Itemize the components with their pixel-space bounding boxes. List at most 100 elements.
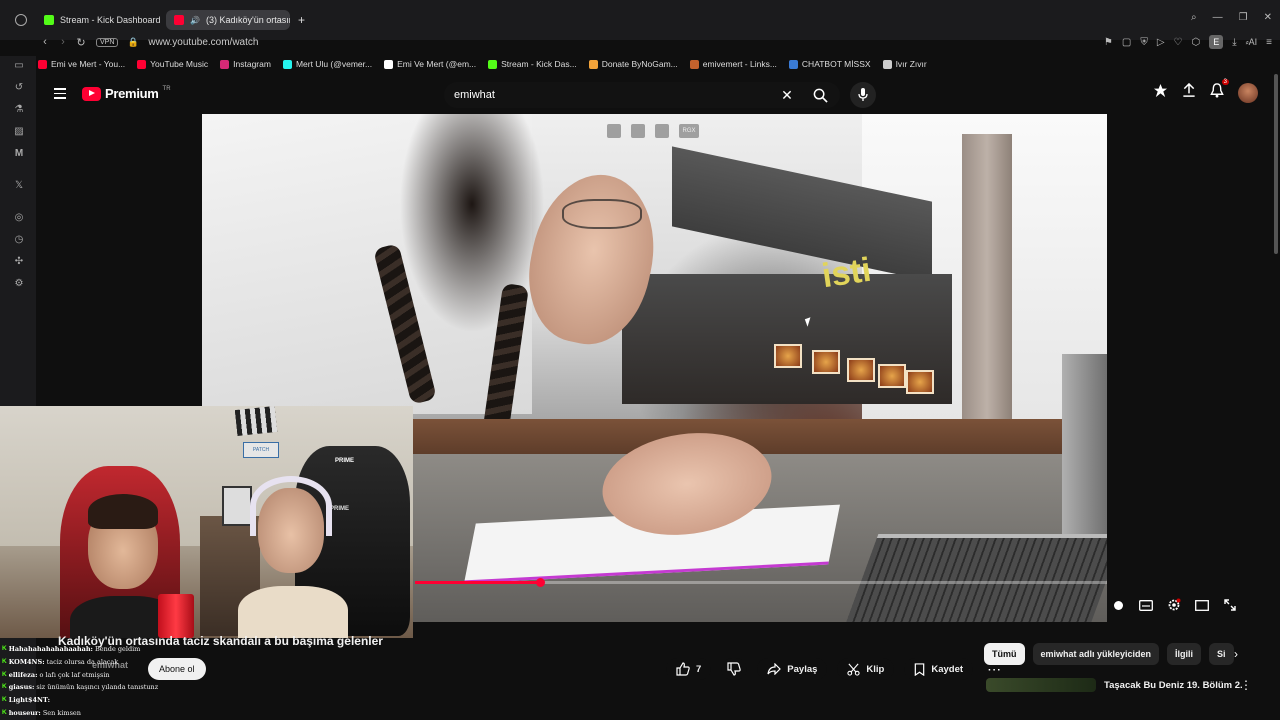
minimize-icon[interactable]: —	[1213, 12, 1223, 23]
settings-icon[interactable]: ⚙	[13, 278, 25, 290]
new-tab-button[interactable]: +	[290, 10, 310, 30]
forward-icon[interactable]: ›	[54, 36, 72, 48]
url-field[interactable]: www.youtube.com/watch	[148, 37, 258, 48]
progress-bar[interactable]	[415, 578, 1107, 587]
avatar[interactable]	[1238, 83, 1258, 103]
chat-username: houseur:	[8, 708, 41, 717]
fullscreen-icon[interactable]	[1223, 598, 1237, 612]
browser-menu-icon[interactable]	[15, 14, 27, 26]
download-icon[interactable]: ⤓	[1232, 37, 1236, 48]
bookmark-item[interactable]: CHATBOT MİSSX	[788, 59, 871, 69]
youtube-header: Premium TR emiwhat ✕ 3	[36, 74, 1280, 114]
wallet-icon[interactable]: ⚗	[13, 104, 25, 116]
youtube-premium-logo[interactable]: Premium TR	[82, 86, 171, 101]
voice-search-button[interactable]	[850, 82, 876, 108]
chat-text: o lafı çok laf etmişsin	[39, 670, 110, 679]
search-input[interactable]: emiwhat	[444, 89, 774, 101]
chat-message: K KOM4NS: taciz olursa da alacak	[2, 656, 162, 669]
chat-text: Sen kimsen	[42, 708, 81, 717]
pin-icon[interactable]: ⚑	[1104, 37, 1113, 48]
miniplayer-icon[interactable]	[631, 124, 645, 138]
ai-button[interactable]: ⸗AI	[1246, 37, 1258, 47]
recommended-video[interactable]: Taşacak Bu Deniz 19. Bölüm 2.	[986, 678, 1256, 712]
restore-icon[interactable]: ❐	[1239, 12, 1248, 23]
bookmark-item[interactable]: Instagram	[220, 59, 271, 69]
bookmark-item[interactable]: YouTube Music	[137, 59, 208, 69]
save-button[interactable]: Kaydet	[904, 658, 974, 680]
bookmark-item[interactable]: Donate ByNoGam...	[588, 59, 678, 69]
recommended-more-icon[interactable]: ⋮	[1238, 678, 1254, 694]
filter-chip[interactable]: Tümü	[984, 643, 1025, 665]
speaker-icon[interactable]: 🔊	[190, 16, 200, 25]
kick-badge-icon: K	[2, 670, 7, 678]
bookmark-item[interactable]: Mert Ulu (@vemer...	[282, 59, 373, 69]
bookmark-item[interactable]: emivemert - Links...	[689, 59, 777, 69]
settings-icon[interactable]	[1167, 598, 1181, 612]
video-scene-pillar	[962, 134, 1012, 434]
page-scrollbar[interactable]	[1274, 74, 1278, 254]
create-icon[interactable]	[1153, 83, 1168, 103]
bookmark-item[interactable]: Stream - Kick Das...	[488, 59, 577, 69]
kick-badge-icon: K	[2, 645, 7, 652]
youtube-play-icon	[82, 86, 101, 101]
theater-mode-icon[interactable]	[1195, 598, 1209, 612]
filter-chip[interactable]: İlgili	[1167, 643, 1202, 665]
video-scene-glasses	[562, 199, 642, 229]
next-icon[interactable]	[655, 124, 669, 138]
autoplay-toggle[interactable]	[1111, 598, 1125, 612]
bookmark-item[interactable]: Emi Ve Mert (@em...	[384, 59, 476, 69]
progress-played	[415, 581, 540, 584]
clip-button[interactable]: Klip	[837, 658, 895, 680]
bookmark-label: Emi ve Mert - You...	[51, 59, 126, 69]
recommended-title[interactable]: Taşacak Bu Deniz 19. Bölüm 2.	[1104, 680, 1243, 712]
chips-next-icon[interactable]: ›	[1228, 646, 1244, 662]
chat-username: KOM4NS:	[8, 657, 45, 666]
share-button[interactable]: Paylaş	[757, 658, 828, 680]
menu-icon[interactable]: ≡	[1266, 37, 1272, 48]
notes-icon[interactable]: ▨	[13, 126, 25, 138]
history-icon[interactable]: ↺	[13, 82, 25, 94]
play-icon[interactable]: ▷	[1157, 37, 1165, 48]
hamburger-menu-icon[interactable]	[54, 88, 66, 99]
record-icon[interactable]: ◎	[13, 212, 25, 224]
notifications-button[interactable]: 3	[1210, 79, 1229, 103]
bookmark-item[interactable]: Emi ve Mert - You...	[38, 59, 125, 69]
puzzle-icon[interactable]: ✣	[13, 256, 25, 268]
shield-icon[interactable]: ⛨	[1140, 37, 1148, 48]
search-box[interactable]: emiwhat ✕	[444, 82, 840, 108]
rgx-button[interactable]: RGX	[679, 124, 699, 138]
lock-icon[interactable]: 🔒	[124, 37, 142, 48]
reload-icon[interactable]: ↻	[72, 36, 90, 49]
popout-icon[interactable]	[607, 124, 621, 138]
channel-name[interactable]: emiwhat	[92, 660, 128, 670]
clear-search-icon[interactable]: ✕	[774, 87, 800, 104]
bookmark-favicon-icon	[689, 59, 699, 69]
messages-icon[interactable]: ▭	[13, 60, 25, 72]
tab-kick-dashboard[interactable]: Stream - Kick Dashboard	[36, 10, 164, 30]
chat-message: K Hahahahahahahaahah: Bende geldim	[2, 643, 162, 656]
screenshot-icon[interactable]: ▢	[1122, 37, 1131, 48]
search-tabs-icon[interactable]: ⌕	[1191, 12, 1197, 23]
tab-youtube-video[interactable]: 🔊 (3) Kadıköy'ün ortasın	[166, 10, 290, 30]
close-window-icon[interactable]: ✕	[1264, 12, 1272, 23]
back-icon[interactable]: ‹	[36, 36, 54, 48]
dislike-button[interactable]	[721, 658, 748, 680]
filter-chip[interactable]: emiwhat adlı yükleyiciden	[1032, 643, 1160, 665]
search-button[interactable]	[800, 82, 840, 108]
extensions-icon[interactable]: ⬡	[1191, 37, 1200, 48]
bookmark-label: Mert Ulu (@vemer...	[295, 59, 373, 69]
heart-icon[interactable]: ♡	[1174, 37, 1183, 48]
subscribe-button[interactable]: Abone ol	[148, 658, 206, 680]
recommended-thumbnail[interactable]	[986, 678, 1096, 692]
like-button[interactable]: 7	[666, 658, 712, 680]
address-bar-row: ‹ › ↻ VPN 🔒 www.youtube.com/watch ⚑ ▢ ⛨ …	[36, 32, 1280, 52]
progress-scrubber[interactable]	[535, 578, 545, 587]
upload-icon[interactable]	[1182, 82, 1196, 103]
profile-button[interactable]: E	[1209, 35, 1224, 49]
x-app-icon[interactable]: 𝕏	[13, 180, 25, 192]
vpn-badge[interactable]: VPN	[96, 37, 119, 47]
m-app-icon[interactable]: M	[13, 148, 25, 160]
subtitles-icon[interactable]	[1139, 598, 1153, 612]
bookmark-item[interactable]: Ivır Zıvır	[882, 59, 927, 69]
clock-icon[interactable]: ◷	[13, 234, 25, 246]
